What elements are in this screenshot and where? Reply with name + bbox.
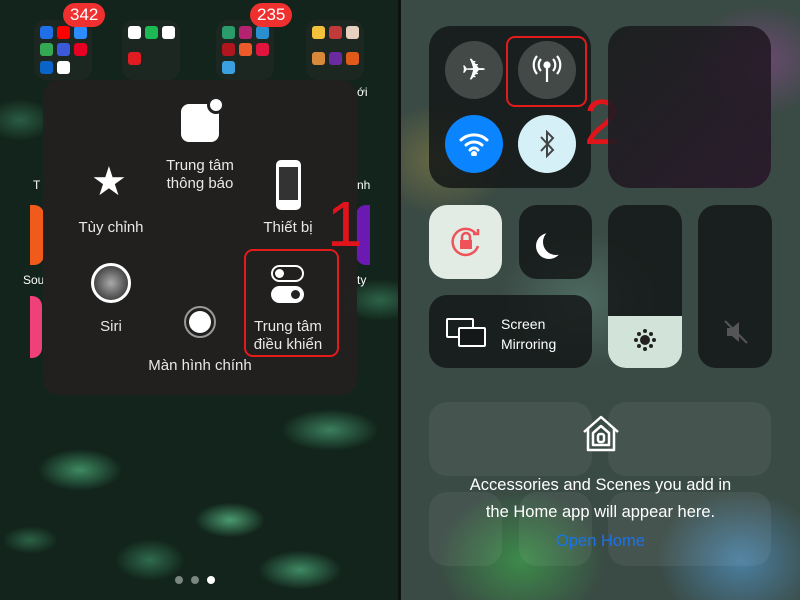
placeholder-tile — [429, 402, 592, 476]
siri-icon[interactable] — [91, 263, 131, 303]
home-screen-with-assistive-touch: 342 235 T nh Sou ty ới Trung tâm thông b… — [0, 0, 398, 600]
label: Trung tâm — [166, 157, 234, 174]
do-not-disturb-button[interactable] — [519, 205, 592, 279]
open-home-link[interactable]: Open Home — [401, 532, 800, 551]
now-playing-panel[interactable] — [608, 26, 771, 188]
app-label-partial: ới — [357, 85, 368, 99]
label: Mirroring — [501, 336, 557, 352]
wifi-button[interactable] — [445, 115, 503, 173]
label: Accessories and Scenes you add in — [469, 476, 732, 494]
home-button-icon[interactable] — [184, 306, 216, 338]
notification-icon[interactable] — [181, 96, 225, 142]
rotation-lock-icon — [450, 227, 479, 257]
bluetooth-icon — [540, 129, 555, 159]
sun-icon — [635, 330, 655, 350]
app-folder[interactable] — [34, 20, 92, 80]
notification-badge: 235 — [250, 3, 293, 27]
screen-mirroring-icon — [446, 318, 486, 347]
menu-item-customize[interactable]: Tùy chỉnh — [51, 219, 171, 237]
step-number: 1 — [327, 188, 363, 260]
brightness-slider[interactable] — [608, 205, 682, 368]
moon-icon — [543, 229, 569, 255]
page-dot[interactable] — [191, 576, 199, 584]
airplane-icon: ✈ — [461, 53, 487, 87]
app-folder[interactable] — [122, 20, 180, 80]
app-label-partial: Sou — [23, 273, 45, 287]
app-label-partial: T — [33, 178, 41, 192]
home-empty-message: Accessories and Scenes you add in the Ho… — [401, 472, 800, 526]
app-label-partial: ty — [357, 273, 367, 287]
placeholder-tile — [608, 402, 771, 476]
speaker-muted-icon — [724, 320, 748, 344]
airplane-mode-button[interactable]: ✈ — [445, 41, 503, 99]
app-folder[interactable] — [306, 20, 364, 80]
label: the Home app will appear here. — [485, 503, 716, 521]
page-dots[interactable] — [175, 576, 215, 584]
screen-mirroring-button[interactable]: Screen Mirroring — [429, 295, 592, 368]
wifi-icon — [459, 133, 489, 156]
label: thông báo — [166, 175, 234, 192]
menu-item-siri[interactable]: Siri — [51, 318, 171, 336]
menu-item-home-screen[interactable]: Màn hình chính — [130, 357, 270, 375]
control-center: ✈ 2 Screen Mirroring Accessories and Sce… — [401, 0, 800, 600]
highlight-box — [244, 249, 339, 357]
menu-item-notification-center[interactable]: Trung tâm thông báo — [140, 157, 260, 193]
star-icon[interactable]: ★ — [91, 162, 127, 202]
app-icon-partial[interactable] — [30, 205, 44, 265]
notification-badge: 342 — [63, 3, 106, 27]
iphone-icon[interactable] — [276, 160, 301, 210]
orientation-lock-button[interactable] — [429, 205, 502, 279]
bluetooth-button[interactable] — [518, 115, 576, 173]
label: Screen — [501, 316, 546, 332]
page-dot-active[interactable] — [207, 576, 215, 584]
app-icon-partial[interactable] — [30, 296, 42, 358]
screen-mirroring-label: Screen Mirroring — [501, 314, 556, 354]
page-dot[interactable] — [175, 576, 183, 584]
highlight-box — [506, 36, 587, 107]
app-folder[interactable] — [216, 20, 274, 80]
volume-slider[interactable] — [698, 205, 772, 368]
home-app-icon — [583, 415, 619, 452]
